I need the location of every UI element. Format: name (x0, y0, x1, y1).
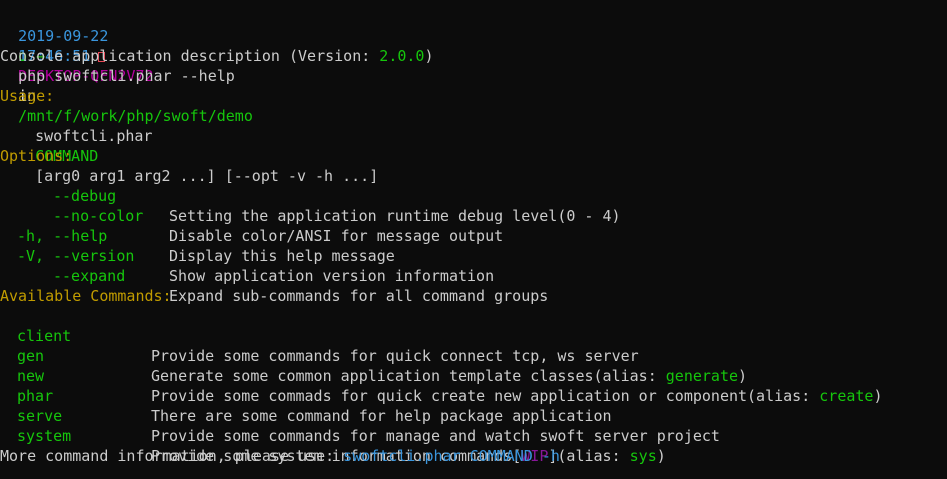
command-row: serve Provide some commands for manage a… (0, 386, 947, 445)
footer-program: swoftcli.phar (343, 447, 461, 465)
command-row: gen Generate some common application tem… (0, 326, 947, 385)
description-text: Console application description (Version… (0, 47, 380, 65)
command-line: o → php swoftcli.phar --help (0, 26, 235, 85)
command-desc-after: ](alias: (548, 447, 630, 465)
option-row: --no-color Disable color/ANSI for messag… (0, 186, 947, 245)
command-alias: sys (629, 447, 657, 465)
version-number: 2.0.0 (379, 47, 425, 65)
description-line: Console application description (Version… (0, 46, 433, 66)
option-flag: --expand (53, 267, 126, 285)
footer-command: COMMAND (469, 447, 533, 465)
usage-line: swoftcli.phar COMMAND [arg0 arg1 arg2 ..… (17, 106, 378, 185)
command-row: client Provide some commands for quick c… (0, 306, 947, 365)
option-row: --expand Expand sub-commands for all com… (0, 246, 947, 305)
option-desc: Show application version information (169, 267, 495, 285)
command-alias-close: ) (656, 447, 666, 465)
description-close: ) (424, 47, 434, 65)
option-desc: Expand sub-commands for all command grou… (169, 287, 549, 305)
commands-heading: Available Commands: (0, 287, 172, 305)
command-desc: Provide some commands for manage and wat… (151, 427, 720, 445)
option-row: -h, --help Display this help message (0, 206, 947, 265)
usage-heading: Usage: (0, 87, 55, 105)
command-name: system (17, 427, 72, 445)
entered-command: php swoftcli.phar --help (18, 67, 235, 85)
command-row: system Provide some system information c… (0, 406, 947, 465)
command-row: phar There are some command for help pac… (0, 366, 947, 425)
usage-program: swoftcli.phar (35, 127, 153, 145)
option-row: --debug Setting the application runtime … (0, 166, 947, 225)
command-row: new Provide some commads for quick creat… (0, 346, 947, 405)
footer-line: More command information, please use: sw… (0, 446, 560, 466)
option-row: -V, --version Show application version i… (0, 226, 947, 285)
prompt-line: 2019-09-22 17:46:51 DESKTOP-QFN2V72 in /… (0, 6, 253, 125)
footer-text: More command information, please use: (0, 447, 344, 465)
options-heading: Options: (0, 147, 73, 165)
footer-flag: -h (541, 447, 560, 465)
